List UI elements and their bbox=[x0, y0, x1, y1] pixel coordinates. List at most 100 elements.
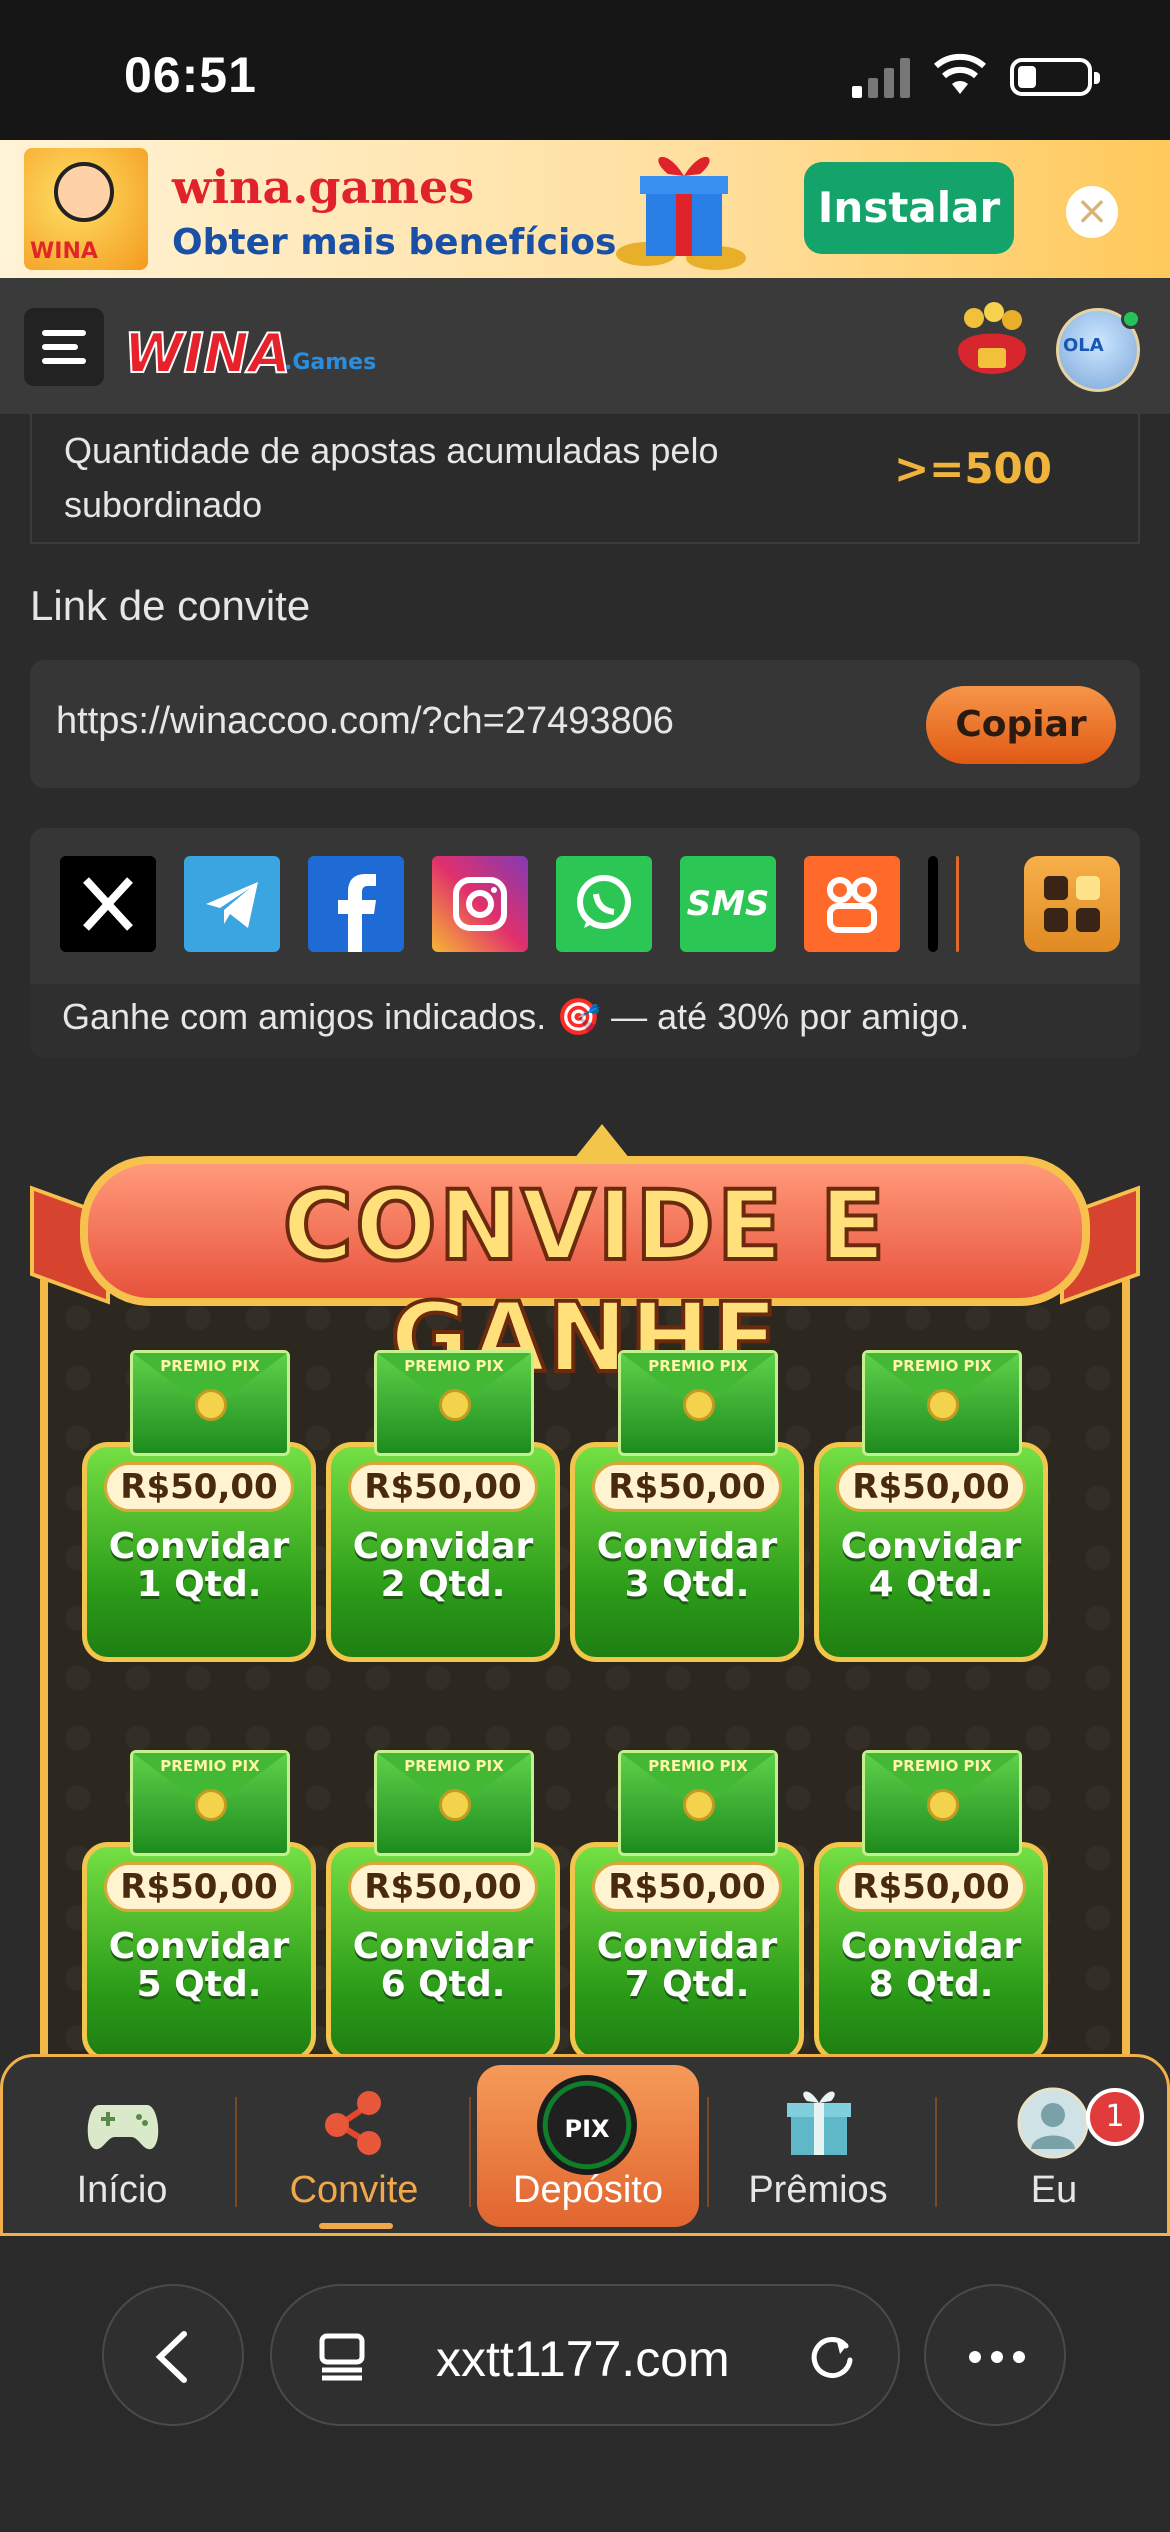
prize-card[interactable]: PREMIO PIX R$50,00 Convidar 2 Qtd. bbox=[318, 1350, 568, 1680]
envelope-icon: PREMIO PIX bbox=[618, 1750, 778, 1856]
nav-eu-label: Eu bbox=[1030, 2169, 1078, 2211]
tab-view-icon[interactable] bbox=[316, 2330, 368, 2382]
logo-text: WINA bbox=[123, 321, 292, 386]
prize-invite-line2: 3 Qtd. bbox=[624, 1564, 750, 1605]
prize-amount: R$50,00 bbox=[592, 1862, 782, 1912]
prize-invite-line1: Convidar bbox=[596, 1926, 778, 1967]
prize-invite-line1: Convidar bbox=[840, 1526, 1022, 1567]
invite-link-box: https://winaccoo.com/?ch=27493806 Copiar bbox=[30, 660, 1140, 788]
prize-invite-line1: Convidar bbox=[352, 1526, 534, 1567]
share-caption-text: Ganhe com amigos indicados. 🎯 — até 30% … bbox=[62, 996, 970, 1037]
bottom-navigation: Início Convite PIX Depósito Prêmios Eu bbox=[0, 2054, 1170, 2236]
requirement-value: >=500 bbox=[893, 444, 1052, 493]
prize-invite-line2: 7 Qtd. bbox=[624, 1964, 750, 2005]
online-status-dot bbox=[1121, 309, 1141, 329]
prize-amount: R$50,00 bbox=[104, 1462, 294, 1512]
close-banner-button[interactable]: × bbox=[1066, 186, 1118, 238]
logo-subtext: .Games bbox=[284, 350, 377, 375]
browser-toolbar: xxtt1177.com bbox=[0, 2236, 1170, 2532]
prize-invite-text: Convidar 3 Qtd. bbox=[570, 1528, 804, 1604]
prize-card[interactable]: PREMIO PIX R$50,00 Convidar 5 Qtd. bbox=[74, 1750, 324, 2054]
prize-invite-line1: Convidar bbox=[108, 1526, 290, 1567]
battery-icon bbox=[1010, 58, 1100, 96]
envelope-label: PREMIO PIX bbox=[160, 1357, 260, 1375]
prize-invite-line2: 1 Qtd. bbox=[136, 1564, 262, 1605]
prize-card[interactable]: PREMIO PIX R$50,00 Convidar 4 Qtd. bbox=[806, 1350, 1056, 1680]
status-bar: 06:51 bbox=[0, 0, 1170, 140]
prize-invite-line2: 5 Qtd. bbox=[136, 1964, 262, 2005]
nav-eu[interactable]: Eu bbox=[939, 2057, 1169, 2233]
envelope-icon: PREMIO PIX bbox=[374, 1750, 534, 1856]
sms-icon[interactable]: SMS bbox=[680, 856, 776, 952]
cellular-signal-icon bbox=[852, 58, 910, 98]
app-header: WINA .Games OLA bbox=[0, 278, 1170, 414]
requirement-label: Quantidade de apostas acumuladas pelo su… bbox=[64, 430, 719, 525]
instagram-icon[interactable] bbox=[432, 856, 528, 952]
prize-amount: R$50,00 bbox=[348, 1462, 538, 1512]
prize-invite-line1: Convidar bbox=[596, 1526, 778, 1567]
url-text: xxtt1177.com bbox=[436, 2331, 730, 2387]
chevron-left-icon bbox=[155, 2331, 187, 2383]
gamepad-icon bbox=[87, 2105, 159, 2150]
invite-link-url[interactable]: https://winaccoo.com/?ch=27493806 bbox=[56, 700, 674, 743]
menu-button[interactable] bbox=[24, 308, 104, 386]
prize-card[interactable]: PREMIO PIX R$50,00 Convidar 3 Qtd. bbox=[562, 1350, 812, 1680]
user-avatar[interactable]: OLA bbox=[1056, 308, 1141, 392]
prize-invite-text: Convidar 2 Qtd. bbox=[326, 1528, 560, 1604]
prize-invite-line2: 4 Qtd. bbox=[868, 1564, 994, 1605]
nav-premios[interactable]: Prêmios bbox=[703, 2057, 933, 2233]
prize-amount: R$50,00 bbox=[836, 1462, 1026, 1512]
facebook-icon[interactable] bbox=[308, 856, 404, 952]
pix-icon-text: PIX bbox=[564, 2115, 610, 2143]
site-logo[interactable]: WINA .Games bbox=[123, 302, 377, 392]
ellipsis-icon bbox=[969, 2351, 1025, 2363]
envelope-label: PREMIO PIX bbox=[892, 1757, 992, 1775]
kwai-icon[interactable] bbox=[804, 856, 900, 952]
prize-amount: R$50,00 bbox=[348, 1862, 538, 1912]
reload-icon[interactable] bbox=[806, 2330, 860, 2384]
invite-earn-promo: CONVIDE E GANHE PREMIO PIX R$50,00 Convida… bbox=[30, 1124, 1140, 2054]
prize-card[interactable]: PREMIO PIX R$50,00 Convidar 6 Qtd. bbox=[318, 1750, 568, 2054]
copy-button[interactable]: Copiar bbox=[926, 686, 1116, 764]
app-install-banner: WINA wina.games Obter mais benefícios In… bbox=[0, 140, 1170, 278]
more-options-button[interactable] bbox=[924, 2284, 1066, 2426]
banner-app-name: wina.games bbox=[172, 160, 475, 214]
envelope-icon: PREMIO PIX bbox=[130, 1350, 290, 1456]
prize-card[interactable]: PREMIO PIX R$50,00 Convidar 1 Qtd. bbox=[74, 1350, 324, 1680]
address-bar[interactable]: xxtt1177.com bbox=[270, 2284, 900, 2426]
envelope-label: PREMIO PIX bbox=[404, 1757, 504, 1775]
more-apps-icon[interactable] bbox=[1024, 856, 1120, 952]
share-caption: Ganhe com amigos indicados. 🎯 — até 30% … bbox=[30, 984, 1140, 1058]
nav-deposito-label: Depósito bbox=[513, 2169, 663, 2211]
install-button[interactable]: Instalar bbox=[804, 162, 1014, 254]
share-icon bbox=[325, 2091, 381, 2155]
back-button[interactable] bbox=[102, 2284, 244, 2426]
wifi-icon bbox=[934, 53, 986, 94]
prize-invite-text: Convidar 4 Qtd. bbox=[814, 1528, 1048, 1604]
x-icon[interactable] bbox=[60, 856, 156, 952]
invite-link-label: Link de convite bbox=[30, 582, 311, 629]
nav-convite-label: Convite bbox=[289, 2169, 419, 2211]
share-panel: SMS Ganhe com amigos indicados. 🎯 — até … bbox=[30, 828, 1140, 1058]
nav-premios-label: Prêmios bbox=[748, 2169, 888, 2211]
coin-bag-icon[interactable] bbox=[944, 298, 1040, 394]
prize-invite-line1: Convidar bbox=[352, 1926, 534, 1967]
share-icons-row[interactable]: SMS bbox=[60, 856, 1120, 952]
nav-deposito[interactable]: PIX Depósito bbox=[477, 2065, 699, 2227]
envelope-icon: PREMIO PIX bbox=[862, 1350, 1022, 1456]
envelope-icon: PREMIO PIX bbox=[374, 1350, 534, 1456]
prize-amount: R$50,00 bbox=[836, 1862, 1026, 1912]
prize-card[interactable]: PREMIO PIX R$50,00 Convidar 8 Qtd. bbox=[806, 1750, 1056, 2054]
main-content: Quantidade de apostas acumuladas pelo su… bbox=[0, 414, 1170, 2054]
prize-card[interactable]: PREMIO PIX R$50,00 Convidar 7 Qtd. bbox=[562, 1750, 812, 2054]
envelope-label: PREMIO PIX bbox=[648, 1757, 748, 1775]
prize-invite-text: Convidar 1 Qtd. bbox=[82, 1528, 316, 1604]
whatsapp-icon[interactable] bbox=[556, 856, 652, 952]
envelope-icon: PREMIO PIX bbox=[862, 1750, 1022, 1856]
prize-invite-text: Convidar 5 Qtd. bbox=[82, 1928, 316, 2004]
nav-inicio[interactable]: Início bbox=[7, 2057, 237, 2233]
prize-amount: R$50,00 bbox=[592, 1462, 782, 1512]
nav-convite[interactable]: Convite bbox=[239, 2057, 469, 2233]
envelope-icon: PREMIO PIX bbox=[130, 1750, 290, 1856]
telegram-icon[interactable] bbox=[184, 856, 280, 952]
